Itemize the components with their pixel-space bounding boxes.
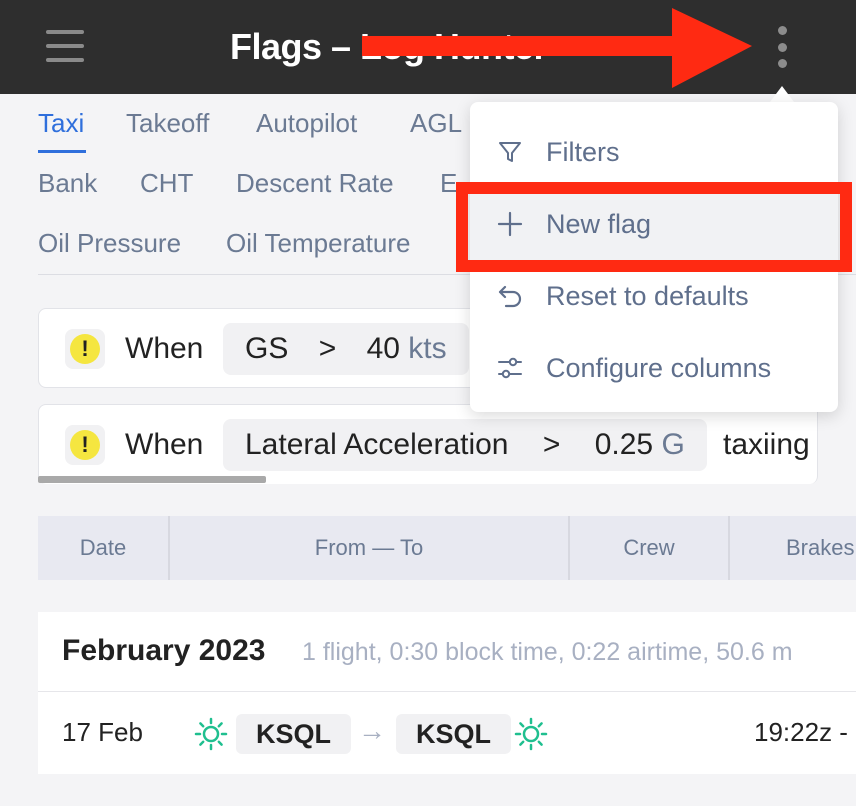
tab-cht[interactable]: CHT [140, 168, 193, 199]
undo-icon [496, 282, 524, 310]
tab-descent-rate[interactable]: Descent Rate [236, 168, 394, 199]
month-header: February 2023 1 flight, 0:30 block time,… [38, 612, 856, 692]
sliders-icon [496, 354, 524, 382]
rule-unit: kts [408, 332, 447, 365]
column-header-date[interactable]: Date [38, 516, 170, 580]
tab-agl[interactable]: AGL [410, 108, 462, 139]
active-tab-indicator [38, 150, 86, 153]
rule-unit: G [661, 428, 685, 461]
sun-icon [194, 717, 228, 751]
warning-icon: ! [65, 425, 105, 465]
rule-condition[interactable]: Lateral Acceleration > 0.25 G [223, 419, 707, 471]
flight-date: 17 Feb [62, 717, 143, 747]
tab-taxi[interactable]: Taxi [38, 108, 84, 139]
rule-when-label: When [125, 428, 204, 461]
rule-operator: > [542, 428, 561, 461]
rule-when-label: When [125, 332, 204, 365]
month-group: February 2023 1 flight, 0:30 block time,… [38, 612, 856, 774]
annotation-arrow-icon [362, 8, 752, 88]
tab-oil-temperature[interactable]: Oil Temperature [226, 228, 411, 259]
filter-icon [496, 138, 524, 166]
flag-rule-card[interactable]: ! When Lateral Acceleration > 0.25 G tax… [38, 404, 818, 484]
rule-operator: > [318, 332, 337, 365]
sun-icon [514, 717, 548, 751]
menu-item-label: Filters [546, 136, 620, 167]
warning-icon: ! [65, 329, 105, 369]
route-arrow-icon: → [358, 715, 386, 746]
menu-item-label: Reset to defaults [546, 280, 749, 311]
menu-caret [770, 86, 794, 102]
menu-item-label: Configure columns [546, 352, 772, 383]
rule-value: 0.25 [594, 428, 654, 461]
tab-oil-pressure[interactable]: Oil Pressure [38, 228, 181, 259]
departure-airport: KSQL [236, 714, 352, 754]
menu-item-configure-columns[interactable]: Configure columns [470, 332, 838, 404]
rule-value: 40 [366, 332, 400, 365]
table-row[interactable]: 17 Feb KSQL → KSQL 19:22z - [38, 693, 856, 774]
table-header: Date From — To Crew Brakes [38, 516, 856, 580]
tab-autopilot[interactable]: Autopilot [256, 108, 357, 139]
menu-item-filters[interactable]: Filters [470, 116, 838, 188]
rule-param: Lateral Acceleration [245, 428, 509, 461]
more-options-icon[interactable] [770, 26, 794, 68]
month-stats: 1 flight, 0:30 block time, 0:22 airtime,… [302, 638, 793, 666]
horizontal-scrollbar[interactable] [38, 476, 266, 483]
tab-takeoff[interactable]: Takeoff [126, 108, 209, 139]
flight-time: 19:22z - [754, 717, 848, 747]
rule-condition[interactable]: GS > 40 kts [223, 323, 469, 375]
annotation-highlight-box [456, 182, 852, 272]
hamburger-menu-icon[interactable] [46, 30, 84, 62]
month-title: February 2023 [62, 634, 266, 667]
column-header-crew[interactable]: Crew [570, 516, 730, 580]
tab-bank[interactable]: Bank [38, 168, 97, 199]
column-header-from-to[interactable]: From — To [170, 516, 570, 580]
tab-e[interactable]: E [440, 168, 457, 199]
rule-context: taxiing [723, 428, 810, 461]
column-header-brakes[interactable]: Brakes [730, 516, 856, 580]
rule-param: GS [245, 332, 289, 365]
arrival-airport: KSQL [396, 714, 512, 754]
